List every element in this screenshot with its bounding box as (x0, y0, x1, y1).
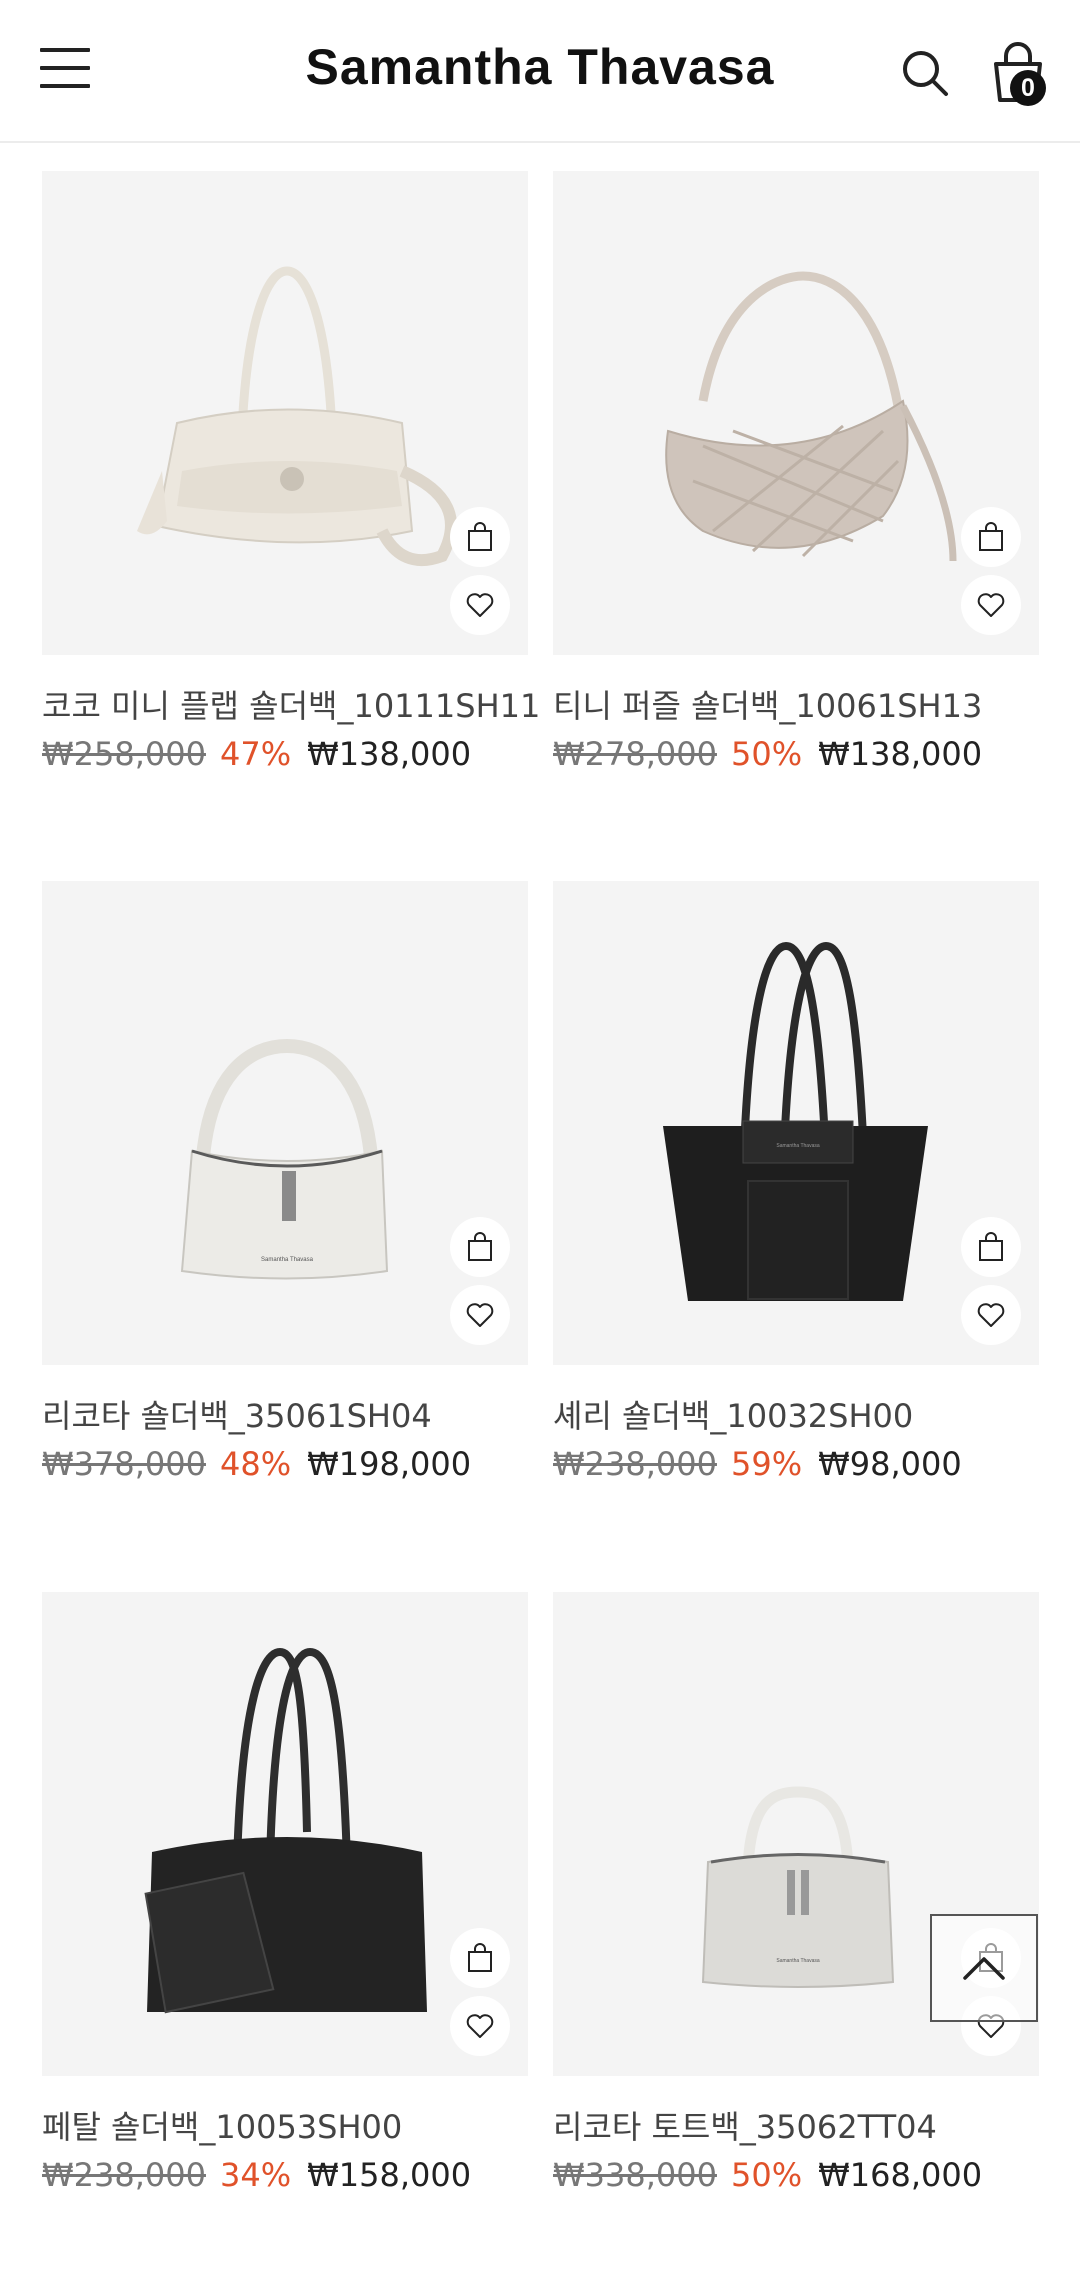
product-prices: ₩258,000 47% ₩138,000 (42, 735, 471, 773)
wishlist-button[interactable] (450, 1996, 510, 2056)
handbag-image (665, 271, 957, 562)
add-to-cart-button[interactable] (961, 507, 1021, 567)
original-price: ₩258,000 (42, 735, 206, 773)
svg-text:Samantha Thavasa: Samantha Thavasa (261, 1257, 314, 1263)
search-icon[interactable] (900, 48, 950, 98)
wishlist-button[interactable] (961, 1285, 1021, 1345)
original-price: ₩238,000 (42, 2156, 206, 2194)
product-image[interactable] (42, 1592, 528, 2076)
app-header: Samantha Thavasa 0 (0, 0, 1080, 143)
discount-rate: 59% (730, 1445, 803, 1483)
product-image[interactable] (42, 171, 528, 655)
wishlist-button[interactable] (450, 1285, 510, 1345)
sale-price: ₩198,000 (307, 1445, 472, 1483)
shopping-bag-icon (979, 522, 1003, 551)
handbag-image (144, 1647, 427, 2014)
handbag-image (137, 266, 457, 566)
product-name[interactable]: 페탈 숄더백_10053SH00 (42, 2102, 542, 2148)
heart-icon (977, 1303, 1005, 1327)
chevron-up-icon (963, 1957, 1005, 1980)
product-prices: ₩338,000 50% ₩168,000 (553, 2156, 982, 2194)
product-image[interactable]: Samantha Thavasa (42, 881, 528, 1365)
shopping-bag-icon (468, 1232, 492, 1261)
svg-text:Samantha Thavasa: Samantha Thavasa (776, 1143, 819, 1149)
sale-price: ₩98,000 (818, 1445, 962, 1483)
heart-icon (466, 2014, 494, 2038)
product-image[interactable] (553, 171, 1039, 655)
add-to-cart-button[interactable] (450, 1217, 510, 1277)
product-name[interactable]: 리코타 숄더백_35061SH04 (42, 1391, 542, 1437)
product-prices: ₩238,000 34% ₩158,000 (42, 2156, 471, 2194)
original-price: ₩278,000 (553, 735, 717, 773)
heart-icon (466, 593, 494, 617)
heart-icon (466, 1303, 494, 1327)
product-name[interactable]: 코코 미니 플랩 숄더백_10111SH11 (42, 681, 542, 727)
discount-rate: 50% (730, 735, 803, 773)
discount-rate: 50% (730, 2156, 803, 2194)
sale-price: ₩138,000 (307, 735, 472, 773)
sale-price: ₩158,000 (307, 2156, 472, 2194)
wishlist-button[interactable] (961, 575, 1021, 635)
original-price: ₩338,000 (553, 2156, 717, 2194)
sale-price: ₩168,000 (818, 2156, 983, 2194)
heart-icon (977, 593, 1005, 617)
add-to-cart-button[interactable] (961, 1217, 1021, 1277)
shopping-bag-icon (468, 1943, 492, 1972)
product-name[interactable]: 셰리 숄더백_10032SH00 (553, 1391, 1053, 1437)
shopping-bag-icon (979, 1232, 1003, 1261)
handbag-image: Samantha Thavasa (180, 1038, 389, 1280)
product-prices: ₩238,000 59% ₩98,000 (553, 1445, 962, 1483)
product-name[interactable]: 티니 퍼즐 숄더백_10061SH13 (553, 681, 1053, 727)
product-prices: ₩378,000 48% ₩198,000 (42, 1445, 471, 1483)
product-image[interactable]: Samantha Thavasa (553, 881, 1039, 1365)
handbag-image: Samantha Thavasa (663, 941, 928, 1301)
sale-price: ₩138,000 (818, 735, 983, 773)
original-price: ₩378,000 (42, 1445, 206, 1483)
scroll-to-top-button[interactable] (930, 1914, 1038, 2022)
cart-count-badge: 0 (1010, 70, 1046, 106)
discount-rate: 48% (219, 1445, 292, 1483)
add-to-cart-button[interactable] (450, 507, 510, 567)
discount-rate: 34% (219, 2156, 292, 2194)
svg-text:Samantha Thavasa: Samantha Thavasa (776, 1958, 819, 1964)
original-price: ₩238,000 (553, 1445, 717, 1483)
discount-rate: 47% (219, 735, 292, 773)
add-to-cart-button[interactable] (450, 1928, 510, 1988)
wishlist-button[interactable] (450, 575, 510, 635)
shopping-bag-icon (468, 522, 492, 551)
product-prices: ₩278,000 50% ₩138,000 (553, 735, 982, 773)
product-name[interactable]: 리코타 토트백_35062TT04 (553, 2102, 1053, 2148)
